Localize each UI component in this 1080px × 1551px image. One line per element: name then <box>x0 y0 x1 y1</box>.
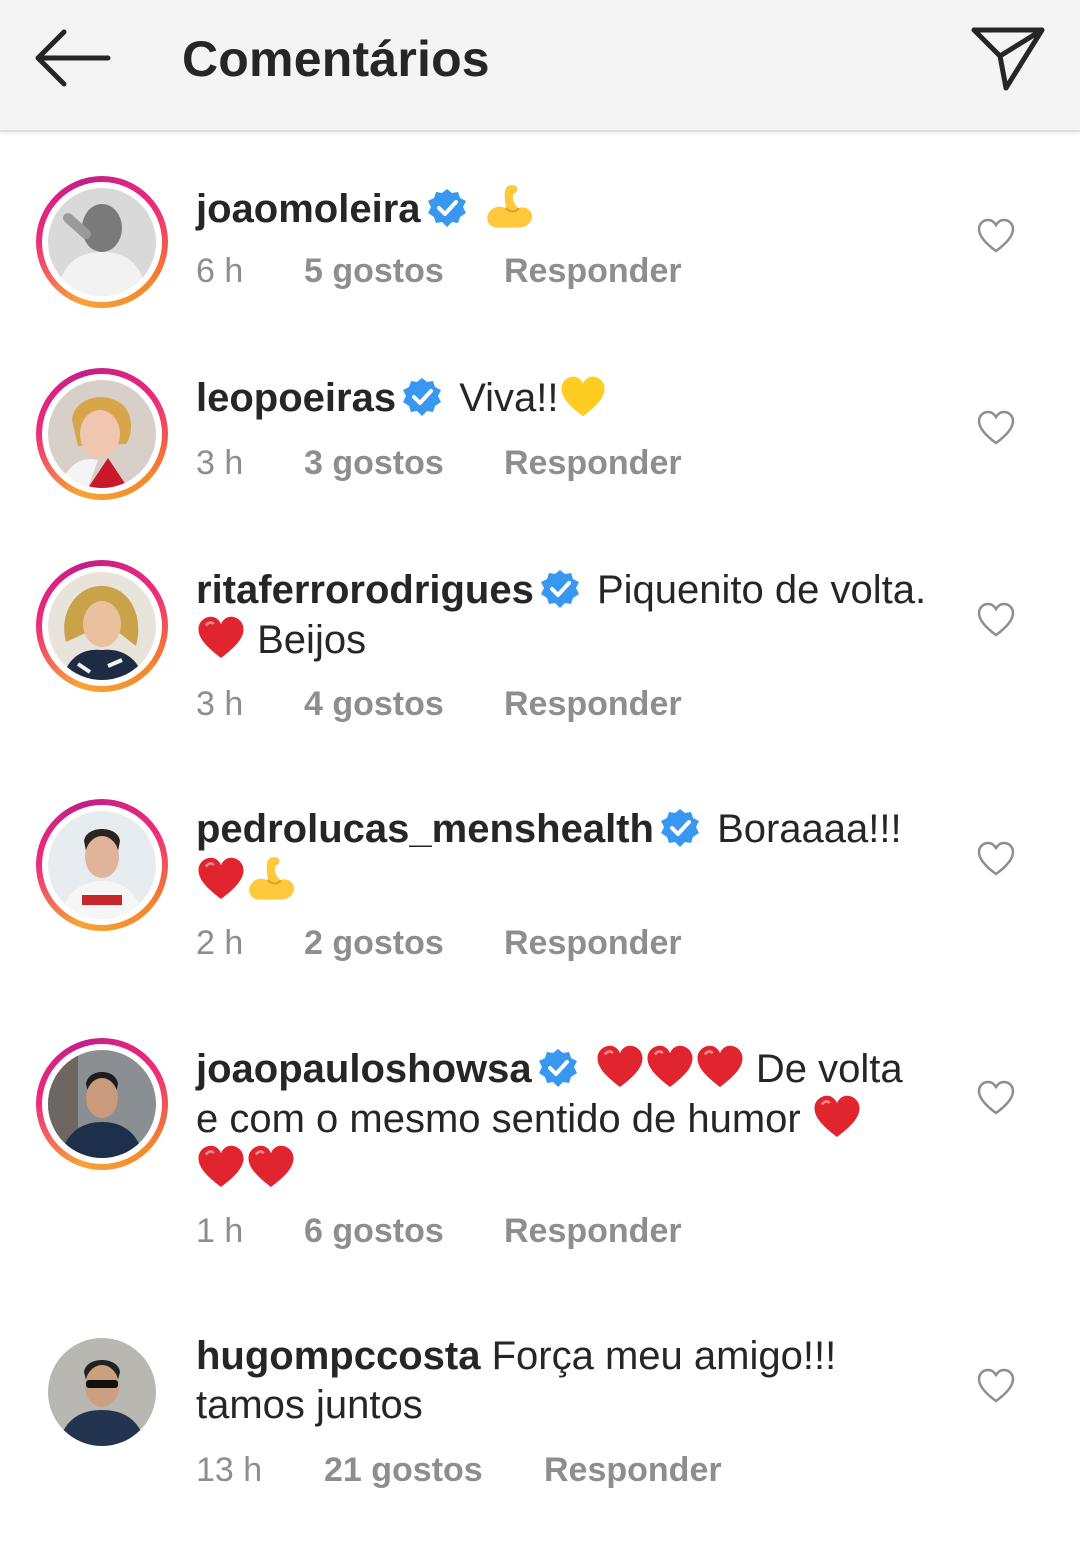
username[interactable]: ritaferrorodrigues <box>196 568 534 612</box>
verified-badge-icon <box>660 808 700 848</box>
comment-time: 13 h <box>196 1451 263 1489</box>
heart-outline-icon[interactable] <box>976 841 1016 877</box>
red-heart-icon <box>812 1094 862 1140</box>
comment-text: joaomoleira <box>196 182 946 234</box>
verified-badge-icon <box>538 1048 578 1088</box>
flexed-biceps-icon <box>246 854 298 902</box>
comment-meta: 3 h 4 gostos Responder <box>196 685 682 724</box>
comment-meta: 6 h 5 gostos Responder <box>196 252 682 291</box>
verified-badge-icon <box>402 377 442 417</box>
comment-text: ritaferrorodrigues Piquenito de volta. B… <box>196 566 946 665</box>
paper-plane-icon <box>971 27 1045 91</box>
comment-body-line1: Piquenito de volta. <box>596 568 927 612</box>
likes-count[interactable]: 4 gostos <box>304 685 504 724</box>
reply-button[interactable]: Responder <box>504 252 682 291</box>
avatar <box>48 188 156 296</box>
heart-outline-icon[interactable] <box>976 410 1016 446</box>
comment-time: 3 h <box>196 685 244 723</box>
comment-body-line1: Força meu amigo!!! <box>491 1334 837 1378</box>
reply-button[interactable]: Responder <box>504 444 682 483</box>
story-ring[interactable] <box>36 176 168 308</box>
heart-outline-icon[interactable] <box>976 1080 1016 1116</box>
comment-time: 6 h <box>196 252 244 290</box>
top-bar: Comentários <box>0 0 1080 132</box>
likes-count[interactable]: 3 gostos <box>304 444 504 483</box>
username[interactable]: hugompccosta <box>196 1334 480 1378</box>
comment-text: leopoeiras Viva!! <box>196 374 946 423</box>
avatar <box>48 572 156 680</box>
comment-body-line2: Beijos <box>257 618 367 662</box>
avatar-container[interactable] <box>36 1326 168 1458</box>
red-heart-icon <box>196 615 246 661</box>
back-button[interactable] <box>30 22 114 94</box>
comment-body-line1: De volta <box>755 1047 903 1091</box>
story-ring[interactable] <box>36 1038 168 1170</box>
comment-body: Boraaaa!!! <box>717 807 902 851</box>
story-ring[interactable] <box>36 799 168 931</box>
username[interactable]: pedrolucas_menshealth <box>196 807 654 851</box>
comment-time: 2 h <box>196 924 244 962</box>
username[interactable]: joaomoleira <box>196 187 421 231</box>
red-heart-icon <box>695 1044 745 1090</box>
avatar <box>48 1338 156 1446</box>
comment-text: joaopauloshowsa De volta e com o mesmo se… <box>196 1044 946 1194</box>
red-heart-icon <box>196 1144 246 1190</box>
flexed-biceps-icon <box>484 182 536 230</box>
comment-text: hugompccosta Força meu amigo!!! tamos jun… <box>196 1332 946 1430</box>
red-heart-icon <box>645 1044 695 1090</box>
comment-meta: 13 h 21 gostos Responder <box>196 1451 722 1490</box>
yellow-heart-icon <box>559 375 607 419</box>
verified-badge-icon <box>540 569 580 609</box>
reply-button[interactable]: Responder <box>504 1212 682 1251</box>
comment-meta: 2 h 2 gostos Responder <box>196 924 682 963</box>
likes-count[interactable]: 21 gostos <box>324 1451 544 1490</box>
red-heart-icon <box>595 1044 645 1090</box>
reply-button[interactable]: Responder <box>504 685 682 724</box>
avatar <box>48 380 156 488</box>
comment-time: 3 h <box>196 444 244 482</box>
red-heart-icon <box>246 1144 296 1190</box>
comment-meta: 1 h 6 gostos Responder <box>196 1212 682 1251</box>
comment-body-line2: e com o mesmo sentido de humor <box>196 1097 801 1141</box>
likes-count[interactable]: 5 gostos <box>304 252 504 291</box>
red-heart-icon <box>196 856 246 902</box>
heart-outline-icon[interactable] <box>976 1368 1016 1404</box>
reply-button[interactable]: Responder <box>504 924 682 963</box>
comment-text: pedrolucas_menshealth Boraaaa!!! <box>196 805 946 906</box>
avatar <box>48 811 156 919</box>
share-button[interactable] <box>968 22 1048 96</box>
heart-outline-icon[interactable] <box>976 218 1016 254</box>
arrow-left-icon <box>35 29 111 87</box>
heart-outline-icon[interactable] <box>976 602 1016 638</box>
verified-badge-icon <box>427 188 467 228</box>
story-ring[interactable] <box>36 368 168 500</box>
username[interactable]: joaopauloshowsa <box>196 1047 532 1091</box>
story-ring[interactable] <box>36 560 168 692</box>
page-title: Comentários <box>182 31 490 87</box>
comment-body: Viva!! <box>459 376 559 420</box>
comment-body-line2: tamos juntos <box>196 1383 423 1427</box>
avatar <box>48 1050 156 1158</box>
likes-count[interactable]: 6 gostos <box>304 1212 504 1251</box>
comment-time: 1 h <box>196 1212 244 1250</box>
username[interactable]: leopoeiras <box>196 376 396 420</box>
reply-button[interactable]: Responder <box>544 1451 722 1490</box>
comment-meta: 3 h 3 gostos Responder <box>196 444 682 483</box>
likes-count[interactable]: 2 gostos <box>304 924 504 963</box>
